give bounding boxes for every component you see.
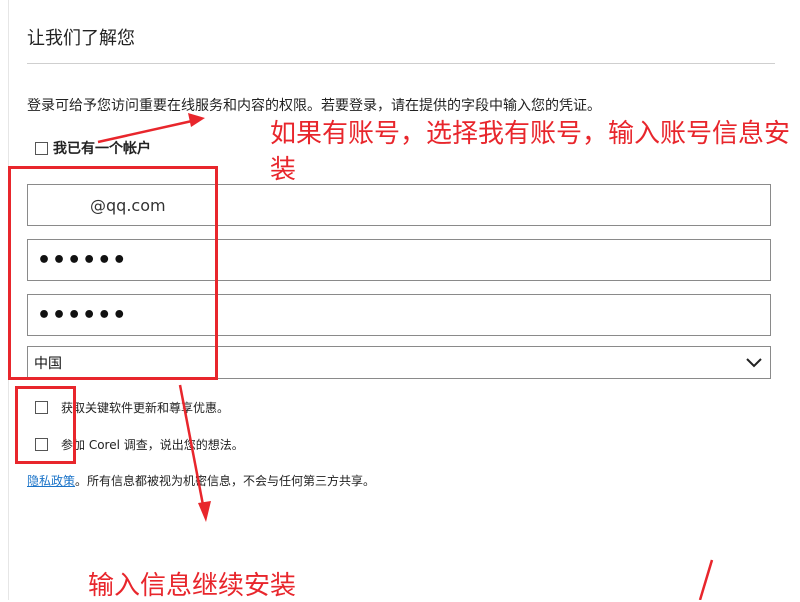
annotation-arrow-account — [97, 113, 205, 144]
annotation-arrow-corner — [698, 559, 714, 600]
annotation-arrows — [97, 113, 714, 600]
annotation-arrow-continue — [178, 384, 211, 522]
